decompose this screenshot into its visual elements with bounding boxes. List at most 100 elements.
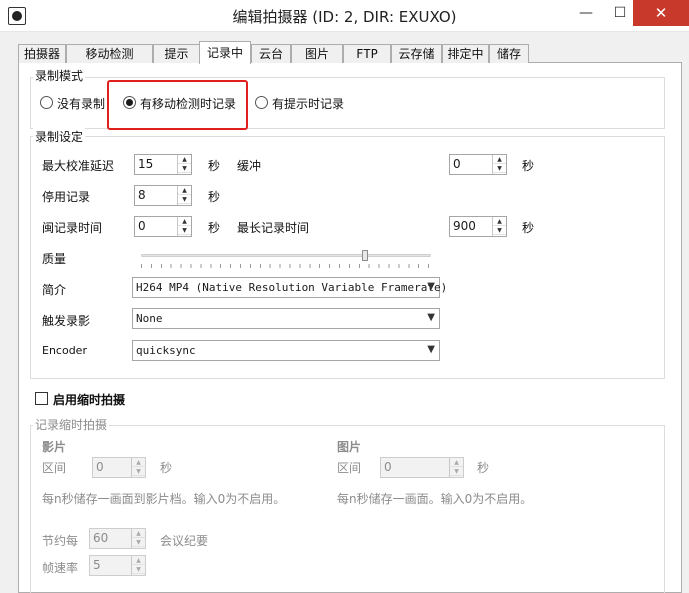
buffer-spin-buttons[interactable]: ▲ ▼ xyxy=(492,155,506,174)
video-help-text: 每n秒储存一画面到影片档。输入0为不启用。 xyxy=(42,492,286,506)
radio-no-recording-label[interactable]: 没有录制 xyxy=(57,95,105,112)
close-button[interactable]: ✕ xyxy=(633,0,689,26)
stop-recording-spin-buttons[interactable]: ▲ ▼ xyxy=(177,186,191,205)
frame-rate-value[interactable]: 5 xyxy=(93,558,101,572)
title-bar: 编辑拍摄器 (ID: 2, DIR: EXUXO) — ☐ ✕ xyxy=(0,0,689,32)
buffer-spinner[interactable]: 0 ▲ ▼ xyxy=(449,154,507,175)
profile-select[interactable]: H264 MP4 (Native Resolution Variable Fra… xyxy=(132,277,447,298)
max-record-time-label: 最长记录时间 xyxy=(237,221,310,235)
spin-up-icon[interactable]: ▲ xyxy=(178,186,191,195)
video-interval-value[interactable]: 0 xyxy=(96,460,104,474)
spin-down-icon[interactable]: ▼ xyxy=(178,164,191,173)
max-record-time-unit: 秒 xyxy=(522,221,535,235)
radio-record-on-alert-label[interactable]: 有提示时记录 xyxy=(272,95,344,112)
tab-cloud-storage[interactable]: 云存储 xyxy=(391,44,442,63)
quality-slider-thumb[interactable] xyxy=(362,250,368,261)
timelapse-checkbox[interactable] xyxy=(35,392,48,405)
trigger-recording-select[interactable]: None ▼ xyxy=(132,308,440,329)
spin-up-icon[interactable]: ▲ xyxy=(178,155,191,164)
tab-images[interactable]: 图片 xyxy=(291,44,343,63)
timelapse-group-label: 记录缩时拍摄 xyxy=(33,416,110,433)
tab-storage[interactable]: 储存 xyxy=(489,44,529,63)
max-record-time-spin-buttons[interactable]: ▲ ▼ xyxy=(492,217,506,236)
spin-up-icon[interactable]: ▲ xyxy=(132,556,145,565)
tab-camera[interactable]: 拍摄器 xyxy=(18,44,66,63)
spin-down-icon[interactable]: ▼ xyxy=(132,467,145,476)
max-delay-unit: 秒 xyxy=(208,159,221,173)
max-record-time-value[interactable]: 900 xyxy=(453,219,476,233)
buffer-value[interactable]: 0 xyxy=(453,157,461,171)
spin-down-icon[interactable]: ▼ xyxy=(132,538,145,547)
spin-down-icon[interactable]: ▼ xyxy=(493,226,506,235)
frame-rate-label: 帧速率 xyxy=(42,561,79,575)
encoder-label: Encoder xyxy=(42,344,87,357)
record-settings-label: 录制设定 xyxy=(33,128,86,145)
chevron-down-icon[interactable]: ▼ xyxy=(427,281,435,292)
spin-down-icon[interactable]: ▼ xyxy=(178,226,191,235)
quality-label: 质量 xyxy=(42,252,67,266)
chevron-down-icon[interactable]: ▼ xyxy=(427,344,435,355)
stop-recording-label: 停用记录 xyxy=(42,190,91,204)
frame-rate-spinner[interactable]: 5 ▲ ▼ xyxy=(89,555,146,576)
spin-up-icon[interactable]: ▲ xyxy=(132,529,145,538)
radio-no-recording[interactable] xyxy=(40,96,53,109)
save-every-spin-buttons[interactable]: ▲ ▼ xyxy=(131,529,145,548)
stop-recording-unit: 秒 xyxy=(208,190,221,204)
tab-ptz[interactable]: 云台 xyxy=(251,44,291,63)
save-every-spinner[interactable]: 60 ▲ ▼ xyxy=(89,528,146,549)
image-interval-spin-buttons[interactable]: ▲ ▼ xyxy=(449,458,463,477)
tab-alerts[interactable]: 提示 xyxy=(153,44,200,63)
tab-recording[interactable]: 记录中 xyxy=(199,41,251,64)
video-heading: 影片 xyxy=(42,440,67,454)
max-delay-spinner[interactable]: 15 ▲ ▼ xyxy=(134,154,192,175)
image-help-text: 每n秒储存一画面。输入0为不启用。 xyxy=(337,492,533,506)
profile-label: 简介 xyxy=(42,283,67,297)
save-every-suffix: 会议纪要 xyxy=(160,534,209,548)
trigger-recording-value: None xyxy=(136,312,163,325)
tab-ftp[interactable]: FTP xyxy=(343,44,391,63)
spin-down-icon[interactable]: ▼ xyxy=(178,195,191,204)
image-heading: 图片 xyxy=(337,440,362,454)
encoder-select[interactable]: quicksync ▼ xyxy=(132,340,440,361)
trigger-recording-label: 触发录影 xyxy=(42,314,91,328)
max-delay-spin-buttons[interactable]: ▲ ▼ xyxy=(177,155,191,174)
idle-record-value[interactable]: 0 xyxy=(138,219,146,233)
image-interval-value[interactable]: 0 xyxy=(384,460,392,474)
frame-rate-spin-buttons[interactable]: ▲ ▼ xyxy=(131,556,145,575)
profile-value: H264 MP4 (Native Resolution Variable Fra… xyxy=(136,281,448,294)
idle-record-spinner[interactable]: 0 ▲ ▼ xyxy=(134,216,192,237)
spin-up-icon[interactable]: ▲ xyxy=(178,217,191,226)
chevron-down-icon[interactable]: ▼ xyxy=(427,312,435,323)
save-every-label: 节约每 xyxy=(42,534,79,548)
timelapse-checkbox-label[interactable]: 启用缩时拍摄 xyxy=(53,391,125,408)
spin-down-icon[interactable]: ▼ xyxy=(450,467,463,476)
video-interval-label: 区间 xyxy=(42,461,67,475)
max-record-time-spinner[interactable]: 900 ▲ ▼ xyxy=(449,216,507,237)
tab-motion-detection[interactable]: 移动检测 xyxy=(66,44,153,63)
video-interval-spin-buttons[interactable]: ▲ ▼ xyxy=(131,458,145,477)
image-interval-spinner[interactable]: 0 ▲ ▼ xyxy=(380,457,464,478)
idle-record-spin-buttons[interactable]: ▲ ▼ xyxy=(177,217,191,236)
tab-scheduling[interactable]: 排定中 xyxy=(442,44,489,63)
quality-slider-track[interactable] xyxy=(141,254,431,257)
video-interval-unit: 秒 xyxy=(160,461,173,475)
spin-up-icon[interactable]: ▲ xyxy=(493,155,506,164)
spin-down-icon[interactable]: ▼ xyxy=(493,164,506,173)
spin-up-icon[interactable]: ▲ xyxy=(493,217,506,226)
max-delay-value[interactable]: 15 xyxy=(138,157,153,171)
save-every-value[interactable]: 60 xyxy=(93,531,108,545)
encoder-value: quicksync xyxy=(136,344,196,357)
quality-slider-ticks xyxy=(141,264,431,268)
image-interval-label: 区间 xyxy=(337,461,362,475)
max-delay-label: 最大校准延迟 xyxy=(42,159,115,173)
buffer-unit: 秒 xyxy=(522,159,535,173)
idle-record-label: 闽记录时间 xyxy=(42,221,103,235)
stop-recording-spinner[interactable]: 8 ▲ ▼ xyxy=(134,185,192,206)
radio-record-on-alert[interactable] xyxy=(255,96,268,109)
spin-up-icon[interactable]: ▲ xyxy=(450,458,463,467)
video-interval-spinner[interactable]: 0 ▲ ▼ xyxy=(92,457,146,478)
spin-up-icon[interactable]: ▲ xyxy=(132,458,145,467)
spin-down-icon[interactable]: ▼ xyxy=(132,565,145,574)
stop-recording-value[interactable]: 8 xyxy=(138,188,146,202)
record-mode-label: 录制模式 xyxy=(33,67,86,84)
